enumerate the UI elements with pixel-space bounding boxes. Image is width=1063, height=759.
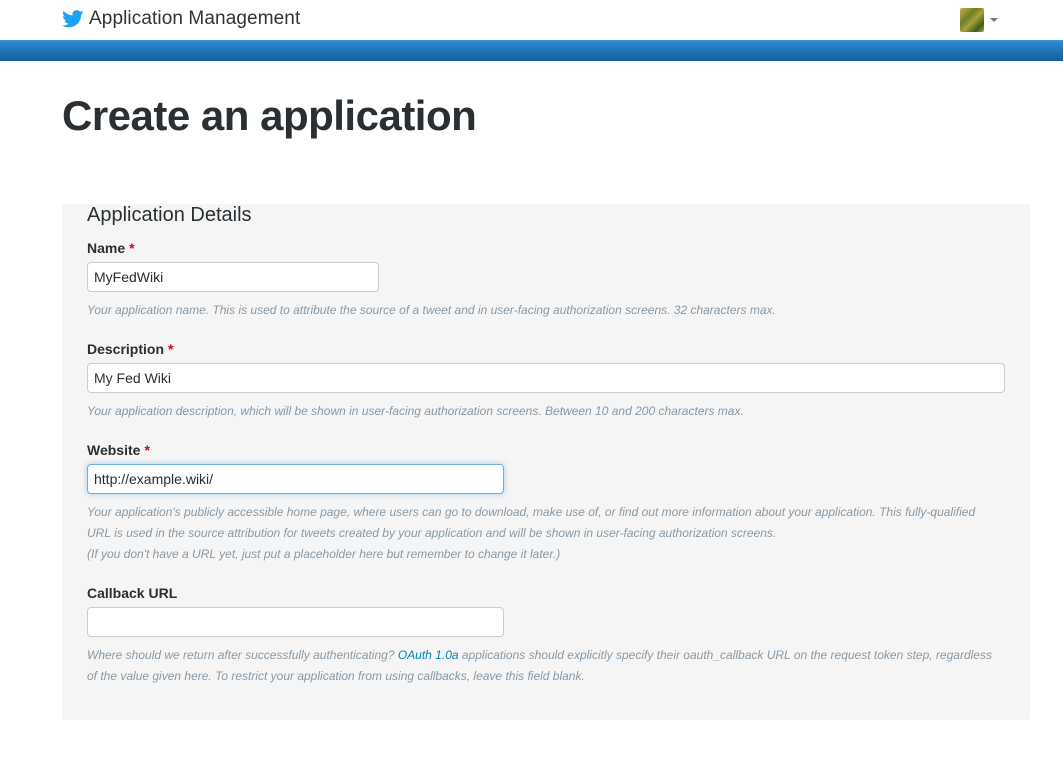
website-label-text: Website xyxy=(87,442,141,458)
name-input[interactable] xyxy=(87,262,379,292)
name-label: Name * xyxy=(87,240,1017,256)
application-details-panel: Application Details Name* Your applicati… xyxy=(62,204,1030,720)
header-band xyxy=(0,40,1063,61)
callback-url-input[interactable] xyxy=(87,607,504,637)
required-marker: * xyxy=(144,442,150,458)
avatar xyxy=(960,8,984,32)
description-label-text: Description xyxy=(87,341,165,357)
website-help-text: Your application's publicly accessible h… xyxy=(87,502,997,565)
name-field-group: Name* Your application name. This is use… xyxy=(87,240,1017,321)
description-field-group: Description* Your application descriptio… xyxy=(87,341,1017,422)
website-field-group: Website* Your application's publicly acc… xyxy=(87,442,997,565)
top-navbar: Application Management xyxy=(0,0,1063,40)
callback-help-before: Where should we return after successfull… xyxy=(87,648,398,662)
section-title: Application Details xyxy=(87,204,252,226)
name-label-text: Name xyxy=(87,240,126,256)
website-input[interactable] xyxy=(87,464,504,494)
callback-field-group: Callback URL Where should we return afte… xyxy=(87,585,1002,687)
user-menu[interactable] xyxy=(960,8,998,32)
brand[interactable]: Application Management xyxy=(62,8,300,30)
caret-down-icon xyxy=(990,18,998,22)
website-help-line1: Your application's publicly accessible h… xyxy=(87,505,976,540)
callback-help-text: Where should we return after successfull… xyxy=(87,645,1002,687)
page-title: Create an application xyxy=(62,92,477,139)
description-help-text: Your application description, which will… xyxy=(87,404,744,418)
description-label: Description * xyxy=(87,341,1017,357)
name-help-text: Your application name. This is used to a… xyxy=(87,303,776,317)
website-label: Website * xyxy=(87,442,997,458)
website-help-line2: (If you don't have a URL yet, just put a… xyxy=(87,547,561,561)
required-marker: * xyxy=(168,341,174,357)
callback-label: Callback URL xyxy=(87,585,178,601)
oauth-link[interactable]: OAuth 1.0a xyxy=(398,648,459,662)
required-marker: * xyxy=(129,240,135,256)
twitter-bird-icon xyxy=(62,10,84,28)
description-input[interactable] xyxy=(87,363,1005,393)
app-title: Application Management xyxy=(89,8,301,29)
